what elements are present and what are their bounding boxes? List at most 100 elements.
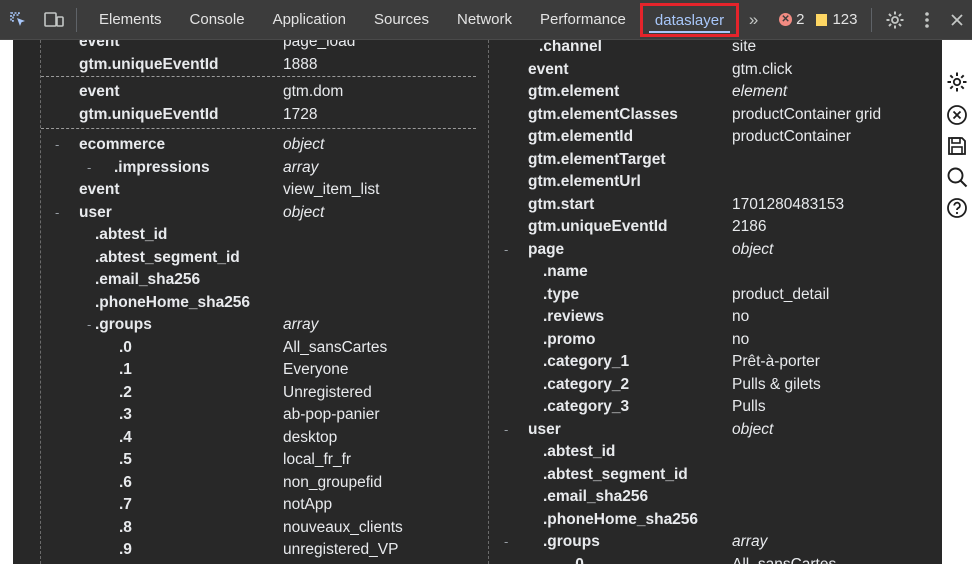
datalayer-key: .abtest_id xyxy=(543,443,616,460)
datalayer-value: ab-pop-panier xyxy=(283,406,380,423)
collapse-toggle-icon[interactable]: - xyxy=(87,157,91,180)
datalayer-key: .0 xyxy=(119,338,132,356)
datalayer-row: .phoneHome_sha256 xyxy=(41,292,476,315)
datalayer-value: Prêt-à-porter xyxy=(732,353,820,370)
datalayer-key: .9 xyxy=(119,541,132,558)
datalayer-value: All_sansCartes xyxy=(283,338,388,356)
tab-performance[interactable]: Performance xyxy=(526,0,640,40)
datalayer-key: .category_2 xyxy=(543,375,630,393)
collapse-toggle-icon[interactable]: - xyxy=(55,134,59,157)
tab-application[interactable]: Application xyxy=(259,0,360,40)
datalayer-row: .2 Unregistered xyxy=(41,382,476,405)
datalayer-value: view_item_list xyxy=(283,181,380,198)
datalayer-value: element xyxy=(732,83,788,100)
datalayer-key: event xyxy=(79,40,120,50)
datalayer-value: object xyxy=(283,203,325,221)
datalayer-row: .email_sha256 xyxy=(489,486,942,509)
datalayer-key: gtm.elementClasses xyxy=(528,105,678,123)
settings-icon[interactable] xyxy=(946,71,968,93)
datalayer-key: gtm.start xyxy=(528,195,595,213)
datalayer-row: gtm.elementUrl xyxy=(489,171,942,194)
datalayer-key: .1 xyxy=(119,361,132,378)
errors-badge[interactable]: ✕ 2 xyxy=(779,11,804,28)
datalayer-key: user xyxy=(79,203,112,221)
close-devtools-icon[interactable] xyxy=(942,0,972,40)
datalayer-row: .abtest_id xyxy=(41,224,476,247)
datalayer-key: .2 xyxy=(119,383,132,401)
datalayer-key: event xyxy=(79,83,120,100)
warnings-count: 123 xyxy=(832,11,858,28)
datalayer-key: event xyxy=(528,60,569,78)
datalayer-entry: .channel site event gtm.click gtm.element ele… xyxy=(489,40,942,564)
datalayer-entry: event page_load gtm.uniqueEventId 1888 xyxy=(41,40,476,77)
datalayer-row: gtm.elementClasses productContainer grid xyxy=(489,104,942,127)
datalayer-key: .channel xyxy=(539,40,602,55)
collapse-toggle-icon[interactable]: - xyxy=(55,202,59,225)
tab-console[interactable]: Console xyxy=(176,0,259,40)
datalayer-value: array xyxy=(283,158,319,176)
datalayer-row: - .groups array xyxy=(41,314,476,337)
datalayer-value: page_load xyxy=(283,40,356,50)
dataslayer-sidebar xyxy=(942,40,972,564)
inspect-element-icon[interactable] xyxy=(0,0,36,40)
datalayer-row: gtm.element element xyxy=(489,81,942,104)
devtools-toolbar: Elements Console Application Sources Net… xyxy=(0,0,972,40)
datalayer-row: gtm.uniqueEventId 1888 xyxy=(41,54,476,77)
datalayer-row: - user object xyxy=(41,202,476,225)
datalayer-key: .abtest_id xyxy=(95,226,168,243)
collapse-toggle-icon[interactable]: - xyxy=(504,419,508,442)
datalayer-row: .category_1 Prêt-à-porter xyxy=(489,351,942,374)
datalayer-key: .category_3 xyxy=(543,398,630,415)
datalayer-row: - page object xyxy=(489,239,942,262)
settings-gear-icon[interactable] xyxy=(878,0,912,40)
tab-network[interactable]: Network xyxy=(443,0,526,40)
save-icon[interactable] xyxy=(946,135,968,157)
datalayer-key: .category_1 xyxy=(543,353,630,370)
more-tabs-icon[interactable]: » xyxy=(739,0,765,40)
datalayer-key: .email_sha256 xyxy=(95,271,201,288)
toolbar-divider xyxy=(871,7,872,32)
datalayer-value: no xyxy=(732,308,750,325)
collapse-toggle-icon[interactable]: - xyxy=(504,239,508,262)
tab-elements[interactable]: Elements xyxy=(85,0,176,40)
datalayer-value: product_detail xyxy=(732,285,830,303)
datalayer-key: .groups xyxy=(543,533,600,550)
datalayer-key: gtm.elementUrl xyxy=(528,173,641,190)
datalayer-key: .abtest_segment_id xyxy=(543,465,688,483)
tab-sources[interactable]: Sources xyxy=(360,0,443,40)
datalayer-value: Pulls & gilets xyxy=(732,375,821,393)
datalayer-row: .abtest_segment_id xyxy=(489,464,942,487)
datalayer-row: .6 non_groupefid xyxy=(41,472,476,495)
collapse-toggle-icon[interactable]: - xyxy=(87,314,91,337)
device-toolbar-icon[interactable] xyxy=(36,0,72,40)
datalayer-row: - ecommerce object xyxy=(41,134,476,157)
more-options-icon[interactable] xyxy=(912,0,942,40)
datalayer-key: .promo xyxy=(543,330,596,348)
datalayer-row: .3 ab-pop-panier xyxy=(41,404,476,427)
datalayer-value: 1888 xyxy=(283,55,318,73)
search-icon[interactable] xyxy=(946,166,968,188)
datalayer-row: .reviews no xyxy=(489,306,942,329)
datalayer-key: .7 xyxy=(119,496,132,513)
datalayer-key: .0 xyxy=(571,555,584,564)
datalayer-key: gtm.uniqueEventId xyxy=(528,218,668,235)
help-icon[interactable] xyxy=(946,197,968,219)
datalayer-key: gtm.elementId xyxy=(528,128,634,145)
collapse-toggle-icon[interactable]: - xyxy=(504,531,508,554)
datalayer-row: gtm.uniqueEventId 2186 xyxy=(489,216,942,239)
datalayer-value: productContainer xyxy=(732,128,851,145)
datalayer-row: event view_item_list xyxy=(41,179,476,202)
datalayer-value: 2186 xyxy=(732,218,767,235)
tab-dataslayer[interactable]: dataslayer xyxy=(639,3,740,37)
dataslayer-panel: event page_load gtm.uniqueEventId 1888 even… xyxy=(13,40,942,564)
datalayer-row: .email_sha256 xyxy=(41,269,476,292)
errors-count: 2 xyxy=(796,11,805,28)
warnings-badge[interactable]: 123 xyxy=(816,11,857,28)
datalayer-value: no xyxy=(732,330,750,348)
clear-icon[interactable] xyxy=(946,104,968,126)
datalayer-row: .8 nouveaux_clients xyxy=(41,517,476,540)
datalayer-column-left: event page_load gtm.uniqueEventId 1888 even… xyxy=(40,40,476,564)
datalayer-row: .0 All_sansCartes xyxy=(489,554,942,564)
datalayer-value: object xyxy=(283,136,325,153)
datalayer-row: .4 desktop xyxy=(41,427,476,450)
